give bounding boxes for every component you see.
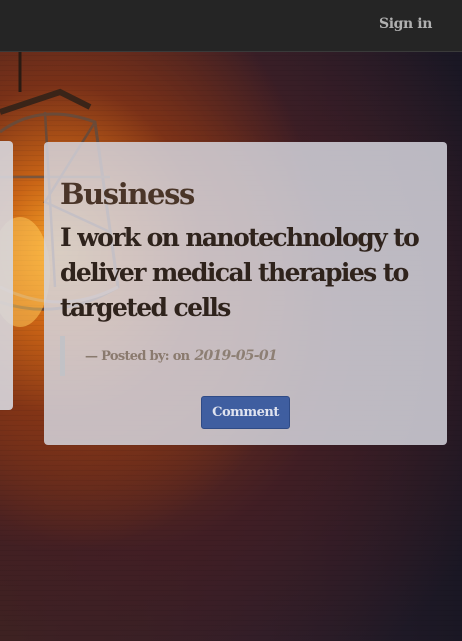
- post-title[interactable]: I work on nanotechnology to deliver medi…: [60, 220, 420, 325]
- post-card: Business I work on nanotechnology to del…: [44, 142, 447, 445]
- top-navbar: Sign in: [0, 0, 462, 52]
- previous-post-card: [0, 141, 13, 410]
- post-category: Business: [60, 177, 195, 211]
- post-date: 2019-05-01: [194, 348, 277, 364]
- post-meta: — Posted by: on 2019-05-01: [60, 336, 278, 376]
- posted-by-label: — Posted by: on: [85, 348, 190, 364]
- comment-button[interactable]: Comment: [201, 396, 290, 429]
- sign-in-link[interactable]: Sign in: [379, 16, 432, 32]
